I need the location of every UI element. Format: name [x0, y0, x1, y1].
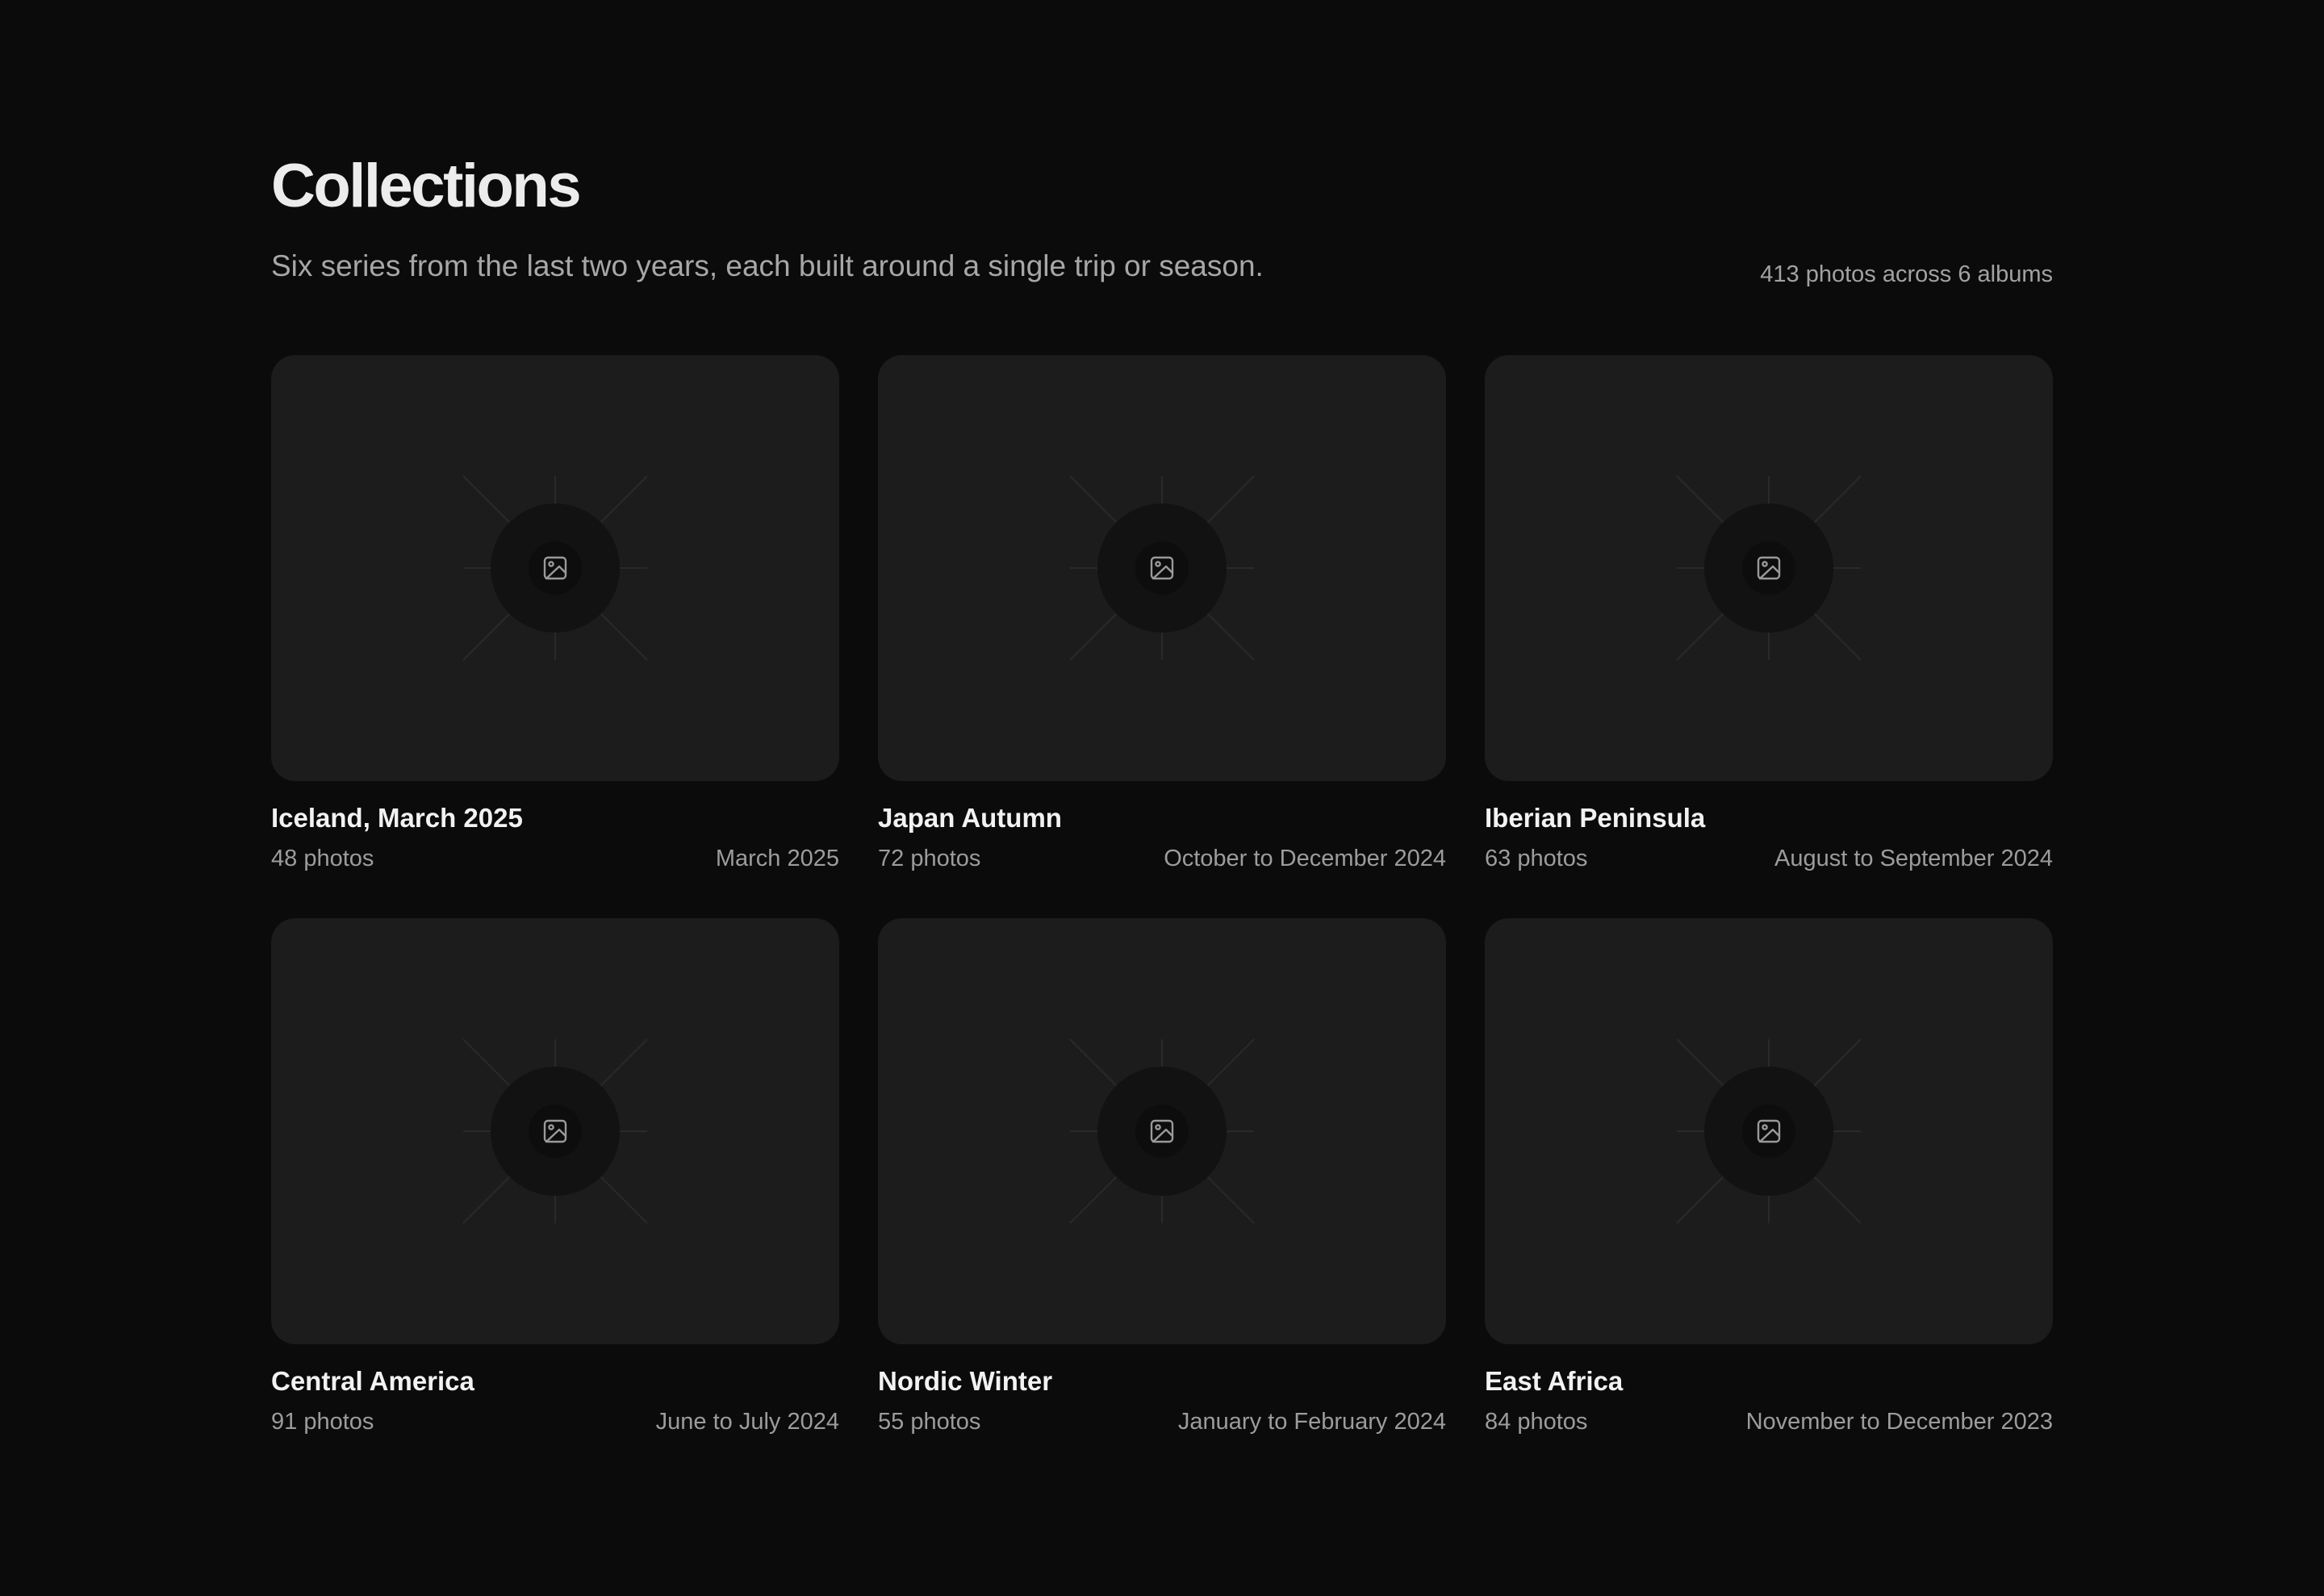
placeholder-burst: [1069, 1038, 1255, 1224]
placeholder-burst: [1676, 1038, 1862, 1224]
collection-card[interactable]: Iceland, March 2025 48 photos March 2025: [271, 355, 839, 876]
collection-date-range: March 2025: [715, 846, 839, 871]
collection-photo-count: 72 photos: [878, 846, 981, 871]
collection-date-range: October to December 2024: [1164, 846, 1446, 871]
collection-title: East Africa: [1485, 1366, 1624, 1396]
placeholder-burst: [1676, 475, 1862, 661]
collections-grid: Iceland, March 2025 48 photos March 2025: [271, 355, 2053, 1439]
page-title: Collections: [271, 152, 582, 220]
collection-title: Nordic Winter: [878, 1366, 1053, 1396]
collection-date-range: January to February 2024: [1177, 1409, 1446, 1435]
placeholder-burst: [462, 1038, 648, 1224]
collection-thumbnail-placeholder[interactable]: [1485, 355, 2053, 781]
collection-card[interactable]: Nordic Winter 55 photos January to Febru…: [878, 918, 1446, 1439]
collection-date-range: June to July 2024: [655, 1409, 839, 1435]
collection-photo-count: 63 photos: [1485, 846, 1588, 871]
collection-photo-count: 55 photos: [878, 1409, 981, 1435]
photo-summary: 413 photos across 6 albums: [1760, 261, 2053, 287]
collection-thumbnail-placeholder[interactable]: [271, 355, 839, 781]
collection-photo-count: 91 photos: [271, 1409, 374, 1435]
page-subtitle: Six series from the last two years, each…: [271, 249, 1264, 282]
collection-card[interactable]: East Africa 84 photos November to Decemb…: [1485, 918, 2053, 1439]
collection-thumbnail-placeholder[interactable]: [1485, 918, 2053, 1344]
collection-thumbnail-placeholder[interactable]: [271, 918, 839, 1344]
collection-thumbnail-placeholder[interactable]: [878, 918, 1446, 1344]
collection-title: Japan Autumn: [878, 803, 1062, 833]
collection-card[interactable]: Japan Autumn 72 photos October to Decemb…: [878, 355, 1446, 876]
placeholder-burst: [462, 475, 648, 661]
placeholder-burst: [1069, 475, 1255, 661]
collection-title: Iceland, March 2025: [271, 803, 523, 833]
collection-card[interactable]: Iberian Peninsula 63 photos August to Se…: [1485, 355, 2053, 876]
collection-title: Central America: [271, 1366, 474, 1396]
collection-card[interactable]: Central America 91 photos June to July 2…: [271, 918, 839, 1439]
collection-title: Iberian Peninsula: [1485, 803, 1706, 833]
collection-date-range: November to December 2023: [1745, 1409, 2053, 1435]
collection-date-range: August to September 2024: [1774, 846, 2053, 871]
collection-photo-count: 48 photos: [271, 846, 374, 871]
collection-thumbnail-placeholder[interactable]: [878, 355, 1446, 781]
collection-photo-count: 84 photos: [1485, 1409, 1588, 1435]
